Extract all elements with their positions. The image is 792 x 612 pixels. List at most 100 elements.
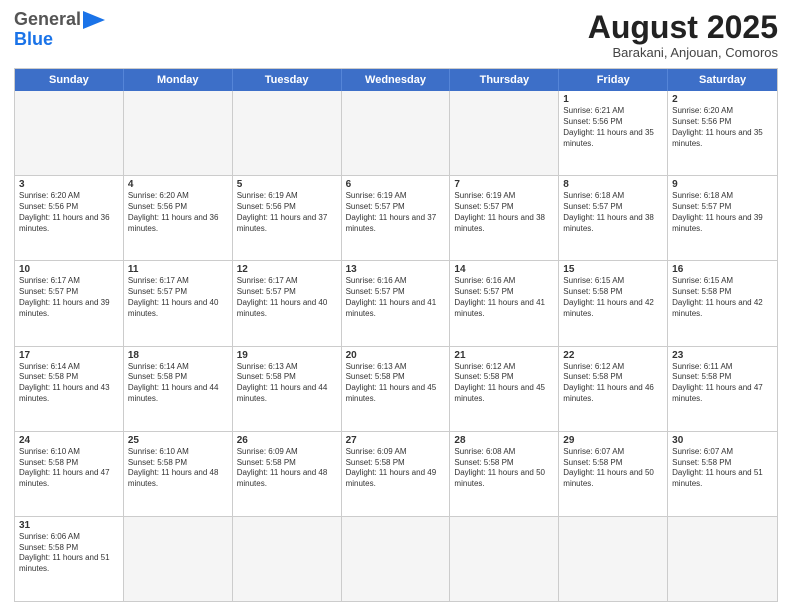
header-saturday: Saturday [668,69,777,91]
calendar-cell: 19Sunrise: 6:13 AM Sunset: 5:58 PM Dayli… [233,347,342,431]
logo-blue-text: Blue [14,30,53,50]
calendar-cell: 3Sunrise: 6:20 AM Sunset: 5:56 PM Daylig… [15,176,124,260]
month-title: August 2025 [588,10,778,45]
day-info: Sunrise: 6:20 AM Sunset: 5:56 PM Dayligh… [672,106,773,149]
calendar-row: 1Sunrise: 6:21 AM Sunset: 5:56 PM Daylig… [15,91,777,175]
calendar-cell [233,517,342,601]
day-info: Sunrise: 6:12 AM Sunset: 5:58 PM Dayligh… [454,362,554,405]
calendar-row: 17Sunrise: 6:14 AM Sunset: 5:58 PM Dayli… [15,346,777,431]
day-number: 15 [563,264,663,275]
calendar-cell: 24Sunrise: 6:10 AM Sunset: 5:58 PM Dayli… [15,432,124,516]
calendar-cell: 7Sunrise: 6:19 AM Sunset: 5:57 PM Daylig… [450,176,559,260]
day-number: 10 [19,264,119,275]
day-info: Sunrise: 6:07 AM Sunset: 5:58 PM Dayligh… [672,447,773,490]
day-info: Sunrise: 6:17 AM Sunset: 5:57 PM Dayligh… [128,276,228,319]
day-info: Sunrise: 6:19 AM Sunset: 5:57 PM Dayligh… [454,191,554,234]
day-info: Sunrise: 6:19 AM Sunset: 5:57 PM Dayligh… [346,191,446,234]
day-number: 12 [237,264,337,275]
day-number: 31 [19,520,119,531]
day-info: Sunrise: 6:10 AM Sunset: 5:58 PM Dayligh… [128,447,228,490]
day-number: 19 [237,350,337,361]
logo: General Blue [14,10,105,50]
day-info: Sunrise: 6:13 AM Sunset: 5:58 PM Dayligh… [237,362,337,405]
day-number: 1 [563,94,663,105]
day-number: 27 [346,435,446,446]
calendar-row: 24Sunrise: 6:10 AM Sunset: 5:58 PM Dayli… [15,431,777,516]
day-info: Sunrise: 6:21 AM Sunset: 5:56 PM Dayligh… [563,106,663,149]
header-thursday: Thursday [450,69,559,91]
calendar-cell [559,517,668,601]
page: General Blue August 2025 Barakani, Anjou… [0,0,792,612]
day-number: 6 [346,179,446,190]
calendar-cell: 20Sunrise: 6:13 AM Sunset: 5:58 PM Dayli… [342,347,451,431]
header: General Blue August 2025 Barakani, Anjou… [14,10,778,60]
day-info: Sunrise: 6:12 AM Sunset: 5:58 PM Dayligh… [563,362,663,405]
calendar-cell: 11Sunrise: 6:17 AM Sunset: 5:57 PM Dayli… [124,261,233,345]
day-info: Sunrise: 6:13 AM Sunset: 5:58 PM Dayligh… [346,362,446,405]
calendar-cell: 21Sunrise: 6:12 AM Sunset: 5:58 PM Dayli… [450,347,559,431]
calendar-cell: 13Sunrise: 6:16 AM Sunset: 5:57 PM Dayli… [342,261,451,345]
calendar-cell: 9Sunrise: 6:18 AM Sunset: 5:57 PM Daylig… [668,176,777,260]
calendar-cell [233,91,342,175]
day-number: 13 [346,264,446,275]
day-info: Sunrise: 6:18 AM Sunset: 5:57 PM Dayligh… [563,191,663,234]
calendar-cell [450,91,559,175]
calendar-cell [342,517,451,601]
day-info: Sunrise: 6:17 AM Sunset: 5:57 PM Dayligh… [237,276,337,319]
calendar-body: 1Sunrise: 6:21 AM Sunset: 5:56 PM Daylig… [15,91,777,601]
day-info: Sunrise: 6:14 AM Sunset: 5:58 PM Dayligh… [19,362,119,405]
day-number: 20 [346,350,446,361]
title-block: August 2025 Barakani, Anjouan, Comoros [588,10,778,60]
calendar-cell: 29Sunrise: 6:07 AM Sunset: 5:58 PM Dayli… [559,432,668,516]
day-info: Sunrise: 6:20 AM Sunset: 5:56 PM Dayligh… [128,191,228,234]
day-number: 21 [454,350,554,361]
day-number: 17 [19,350,119,361]
calendar-cell: 14Sunrise: 6:16 AM Sunset: 5:57 PM Dayli… [450,261,559,345]
day-info: Sunrise: 6:17 AM Sunset: 5:57 PM Dayligh… [19,276,119,319]
calendar-cell: 15Sunrise: 6:15 AM Sunset: 5:58 PM Dayli… [559,261,668,345]
calendar-cell: 28Sunrise: 6:08 AM Sunset: 5:58 PM Dayli… [450,432,559,516]
day-info: Sunrise: 6:10 AM Sunset: 5:58 PM Dayligh… [19,447,119,490]
calendar-cell: 31Sunrise: 6:06 AM Sunset: 5:58 PM Dayli… [15,517,124,601]
calendar-cell [450,517,559,601]
day-info: Sunrise: 6:14 AM Sunset: 5:58 PM Dayligh… [128,362,228,405]
day-info: Sunrise: 6:08 AM Sunset: 5:58 PM Dayligh… [454,447,554,490]
day-number: 16 [672,264,773,275]
calendar-cell [124,517,233,601]
header-friday: Friday [559,69,668,91]
calendar-cell [668,517,777,601]
calendar-cell: 8Sunrise: 6:18 AM Sunset: 5:57 PM Daylig… [559,176,668,260]
subtitle: Barakani, Anjouan, Comoros [588,45,778,60]
day-info: Sunrise: 6:09 AM Sunset: 5:58 PM Dayligh… [346,447,446,490]
day-info: Sunrise: 6:15 AM Sunset: 5:58 PM Dayligh… [563,276,663,319]
calendar-cell [124,91,233,175]
calendar-cell: 10Sunrise: 6:17 AM Sunset: 5:57 PM Dayli… [15,261,124,345]
calendar-cell: 16Sunrise: 6:15 AM Sunset: 5:58 PM Dayli… [668,261,777,345]
day-number: 23 [672,350,773,361]
calendar-cell: 5Sunrise: 6:19 AM Sunset: 5:56 PM Daylig… [233,176,342,260]
day-info: Sunrise: 6:09 AM Sunset: 5:58 PM Dayligh… [237,447,337,490]
day-number: 18 [128,350,228,361]
calendar-cell: 25Sunrise: 6:10 AM Sunset: 5:58 PM Dayli… [124,432,233,516]
day-number: 25 [128,435,228,446]
day-number: 2 [672,94,773,105]
calendar-row: 31Sunrise: 6:06 AM Sunset: 5:58 PM Dayli… [15,516,777,601]
day-info: Sunrise: 6:07 AM Sunset: 5:58 PM Dayligh… [563,447,663,490]
day-number: 8 [563,179,663,190]
day-info: Sunrise: 6:11 AM Sunset: 5:58 PM Dayligh… [672,362,773,405]
day-number: 3 [19,179,119,190]
day-info: Sunrise: 6:20 AM Sunset: 5:56 PM Dayligh… [19,191,119,234]
day-info: Sunrise: 6:19 AM Sunset: 5:56 PM Dayligh… [237,191,337,234]
calendar-cell: 26Sunrise: 6:09 AM Sunset: 5:58 PM Dayli… [233,432,342,516]
day-number: 29 [563,435,663,446]
calendar-cell: 18Sunrise: 6:14 AM Sunset: 5:58 PM Dayli… [124,347,233,431]
day-number: 11 [128,264,228,275]
header-sunday: Sunday [15,69,124,91]
calendar: Sunday Monday Tuesday Wednesday Thursday… [14,68,778,602]
header-wednesday: Wednesday [342,69,451,91]
day-number: 14 [454,264,554,275]
calendar-cell: 17Sunrise: 6:14 AM Sunset: 5:58 PM Dayli… [15,347,124,431]
day-number: 9 [672,179,773,190]
calendar-cell [15,91,124,175]
day-number: 30 [672,435,773,446]
